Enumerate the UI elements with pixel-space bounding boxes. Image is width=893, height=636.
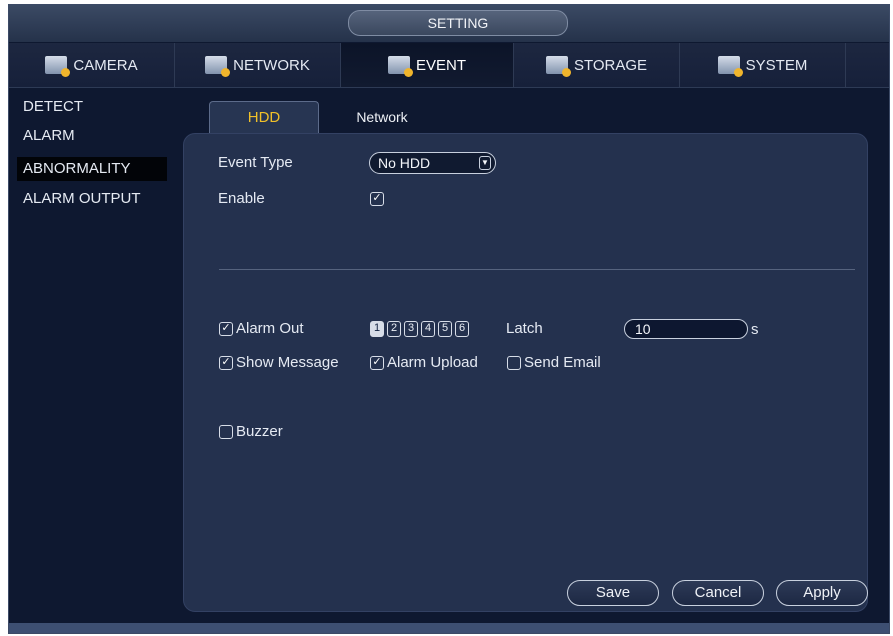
latch-value: 10 (635, 321, 651, 337)
nav-tab-label: SYSTEM (745, 56, 808, 74)
buzzer-label: Buzzer (236, 423, 283, 440)
show-message-label: Show Message (236, 354, 339, 371)
settings-window: SETTING CAMERA NETWORK EVENT STORAGE SYS… (8, 4, 890, 634)
system-icon (717, 56, 743, 77)
alarm-channel-6[interactable]: 6 (455, 321, 469, 337)
show-message-checkbox[interactable]: ✓ (219, 356, 233, 370)
sidebar-item-alarm-output[interactable]: ALARM OUTPUT (17, 187, 147, 211)
settings-panel: Event Type No HDD ▼ Enable ✓ ✓ Alarm Out… (183, 133, 868, 612)
nav-tab-label: CAMERA (73, 56, 138, 74)
nav-tab-storage[interactable]: STORAGE (514, 43, 680, 87)
nav-tab-camera[interactable]: CAMERA (9, 43, 175, 87)
network-icon (205, 56, 231, 77)
latch-label: Latch (506, 320, 543, 337)
alarm-channel-5[interactable]: 5 (438, 321, 452, 337)
alarm-channel-2[interactable]: 2 (387, 321, 401, 337)
cancel-button[interactable]: Cancel (672, 580, 764, 606)
title-bar: SETTING (9, 5, 889, 42)
event-type-label: Event Type (218, 154, 293, 171)
latch-input[interactable]: 10 (624, 319, 748, 339)
storage-icon (545, 56, 571, 77)
apply-button[interactable]: Apply (776, 580, 868, 606)
event-type-select[interactable]: No HDD ▼ (369, 152, 496, 174)
sidebar-item-abnormality[interactable]: ABNORMALITY (17, 157, 167, 181)
alarm-upload-label: Alarm Upload (387, 354, 478, 371)
status-bar (9, 623, 889, 633)
alarm-upload-checkbox[interactable]: ✓ (370, 356, 384, 370)
chevron-down-icon: ▼ (479, 156, 491, 170)
nav-tab-label: EVENT (415, 56, 466, 74)
send-email-label: Send Email (524, 354, 601, 371)
latch-unit: s (751, 321, 759, 338)
sidebar-item-detect[interactable]: DETECT (17, 95, 89, 119)
window-title: SETTING (348, 10, 568, 36)
nav-tab-label: STORAGE (573, 56, 648, 74)
alarm-out-checkbox[interactable]: ✓ (219, 322, 233, 336)
event-icon (387, 56, 413, 77)
top-navigation: CAMERA NETWORK EVENT STORAGE SYSTEM (9, 43, 889, 88)
camera-icon (45, 56, 71, 77)
save-button[interactable]: Save (567, 580, 659, 606)
alarm-channel-4[interactable]: 4 (421, 321, 435, 337)
sidebar-item-alarm[interactable]: ALARM (17, 124, 81, 148)
send-email-checkbox[interactable] (507, 356, 521, 370)
nav-tab-network[interactable]: NETWORK (175, 43, 341, 87)
tab-hdd[interactable]: HDD (209, 101, 319, 134)
divider (219, 269, 855, 270)
nav-tab-system[interactable]: SYSTEM (680, 43, 846, 87)
buzzer-checkbox[interactable] (219, 425, 233, 439)
nav-tab-label: NETWORK (233, 56, 310, 74)
alarm-channel-1[interactable]: 1 (370, 321, 384, 337)
enable-label: Enable (218, 190, 265, 207)
alarm-out-label: Alarm Out (236, 320, 304, 337)
enable-checkbox[interactable]: ✓ (370, 192, 384, 206)
nav-tab-event[interactable]: EVENT (341, 43, 514, 87)
event-type-value: No HDD (378, 155, 431, 171)
tab-network[interactable]: Network (347, 101, 417, 133)
alarm-channel-3[interactable]: 3 (404, 321, 418, 337)
